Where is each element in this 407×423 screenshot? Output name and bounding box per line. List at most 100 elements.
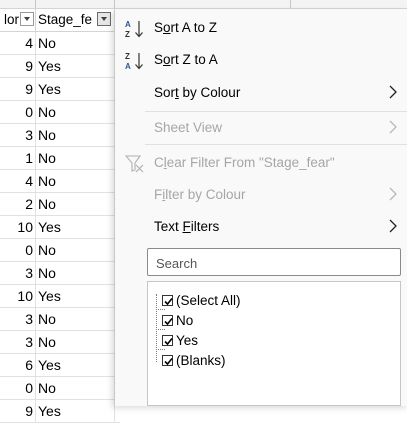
select-all-label: (Select All)	[176, 293, 241, 308]
table-row: 1 No	[0, 147, 120, 170]
cell-stage-fear[interactable]: No	[38, 147, 56, 169]
cell-stage-fear[interactable]: No	[38, 308, 56, 330]
svg-text:Z: Z	[125, 30, 130, 39]
table-row: 3 No	[0, 331, 120, 354]
cell-number[interactable]: 1	[0, 147, 33, 169]
cell-number[interactable]: 10	[0, 216, 33, 238]
cell-number[interactable]: 6	[0, 354, 33, 376]
filter-dropdown-menu: A Z Sort A to Z Z A Sort Z to A Sort by …	[114, 10, 407, 406]
checkbox-checked-icon[interactable]	[162, 295, 173, 306]
cell-stage-fear[interactable]: No	[38, 239, 56, 261]
checkbox-select-all[interactable]: (Select All)	[148, 292, 388, 312]
cell-stage-fear[interactable]: Yes	[38, 354, 61, 376]
table-row: 9 Yes	[0, 55, 120, 78]
table-row: 10 Yes	[0, 216, 120, 239]
filter-by-colour-label: Filter by Colour	[154, 187, 246, 202]
checkbox-checked-icon[interactable]	[162, 355, 173, 366]
table-row: 4 No	[0, 170, 120, 193]
cell-stage-fear[interactable]: No	[38, 331, 56, 353]
filter-dropdown-button-stage-fear[interactable]	[97, 12, 111, 26]
header-b-label: Stage_fe	[38, 12, 93, 27]
checkbox-value-blanks[interactable]: (Blanks)	[148, 352, 388, 372]
sort-a-to-z-label: Sort A to Z	[154, 20, 218, 35]
svg-text:A: A	[125, 62, 131, 71]
svg-text:A: A	[125, 20, 131, 29]
cell-number[interactable]: 2	[0, 193, 33, 215]
cell-number[interactable]: 10	[0, 285, 33, 307]
menu-item-sort-by-colour[interactable]: Sort by Colour	[115, 79, 407, 107]
table-row: 0 No	[0, 377, 120, 400]
menu-item-sheet-view: Sheet View	[115, 114, 407, 142]
svg-text:Z: Z	[125, 52, 130, 61]
search-input[interactable]	[154, 250, 398, 276]
chevron-right-icon	[388, 219, 398, 233]
text-filters-label: Text Filters	[154, 219, 220, 234]
menu-item-filter-by-colour: Filter by Colour	[115, 181, 407, 209]
cell-stage-fear[interactable]: Yes	[38, 400, 61, 422]
cell-number[interactable]: 0	[0, 239, 33, 261]
cell-stage-fear[interactable]: No	[38, 124, 56, 146]
filter-dropdown-button-a[interactable]	[20, 12, 34, 26]
menu-item-sort-z-to-a[interactable]: Z A Sort Z to A	[115, 46, 407, 74]
cell-number[interactable]: 3	[0, 262, 33, 284]
table-row: 3 No	[0, 124, 120, 147]
column-header-strip	[0, 0, 407, 9]
sheet-view-label: Sheet View	[154, 120, 223, 135]
sort-z-to-a-label: Sort Z to A	[154, 52, 218, 67]
table-row: 0 No	[0, 101, 120, 124]
checkbox-value-yes[interactable]: Yes	[148, 332, 388, 352]
chevron-right-icon	[388, 120, 398, 134]
cell-stage-fear[interactable]: Yes	[38, 285, 61, 307]
cell-number[interactable]: 4	[0, 32, 33, 54]
cell-stage-fear[interactable]: No	[38, 170, 56, 192]
table-row: 3 No	[0, 308, 120, 331]
cell-stage-fear[interactable]: No	[38, 377, 56, 399]
cell-number[interactable]: 9	[0, 400, 33, 422]
menu-separator	[145, 144, 407, 145]
header-cell-stage-fear[interactable]: Stage_fe	[36, 9, 115, 31]
checkbox-value-no[interactable]: No	[148, 312, 388, 332]
cell-number[interactable]: 0	[0, 101, 33, 123]
menu-item-text-filters[interactable]: Text Filters	[115, 213, 407, 241]
cell-stage-fear[interactable]: No	[38, 193, 56, 215]
search-box[interactable]	[147, 248, 401, 276]
cell-stage-fear[interactable]: Yes	[38, 216, 61, 238]
sort-descending-icon: Z A	[125, 51, 145, 71]
cell-number[interactable]: 0	[0, 377, 33, 399]
cell-number[interactable]: 3	[0, 331, 33, 353]
table-header-row: lor Stage_fe	[0, 9, 120, 32]
cell-number[interactable]: 9	[0, 55, 33, 77]
cell-stage-fear[interactable]: No	[38, 101, 56, 123]
chevron-right-icon	[388, 187, 398, 201]
value-label: No	[176, 313, 194, 328]
menu-item-sort-a-to-z[interactable]: A Z Sort A to Z	[115, 14, 407, 42]
chevron-right-icon	[388, 85, 398, 99]
clear-filter-icon	[124, 154, 145, 174]
cell-number[interactable]: 3	[0, 308, 33, 330]
table-row: 2 No	[0, 193, 120, 216]
checkbox-checked-icon[interactable]	[162, 335, 173, 346]
table-row: 9 Yes	[0, 400, 120, 423]
value-list[interactable]: (Select All) No Yes (Blanks)	[147, 281, 401, 406]
cell-stage-fear[interactable]: No	[38, 32, 56, 54]
cell-number[interactable]: 9	[0, 78, 33, 100]
cell-stage-fear[interactable]: Yes	[38, 78, 61, 100]
cell-stage-fear[interactable]: No	[38, 262, 56, 284]
data-rows: 4 No 9 Yes 9 Yes 0 No 3 No 1 No 4 No 2 No 10 Yes 0 No 3 No 10 Y…	[0, 32, 120, 423]
sort-ascending-icon: A Z	[125, 19, 145, 39]
sort-by-colour-label: Sort by Colour	[154, 85, 241, 100]
table-row: 9 Yes	[0, 78, 120, 101]
value-label: Yes	[176, 333, 199, 348]
cell-number[interactable]: 4	[0, 170, 33, 192]
header-a-label: lor	[3, 12, 19, 27]
menu-separator	[145, 111, 407, 112]
checkbox-checked-icon[interactable]	[162, 315, 173, 326]
table-row: 4 No	[0, 32, 120, 55]
menu-item-clear-filter: Clear Filter From "Stage_fear"	[115, 149, 407, 177]
table-row: 0 No	[0, 239, 120, 262]
table-row: 3 No	[0, 262, 120, 285]
table-row: 6 Yes	[0, 354, 120, 377]
cell-stage-fear[interactable]: Yes	[38, 55, 61, 77]
header-cell-a[interactable]: lor	[0, 9, 36, 31]
cell-number[interactable]: 3	[0, 124, 33, 146]
